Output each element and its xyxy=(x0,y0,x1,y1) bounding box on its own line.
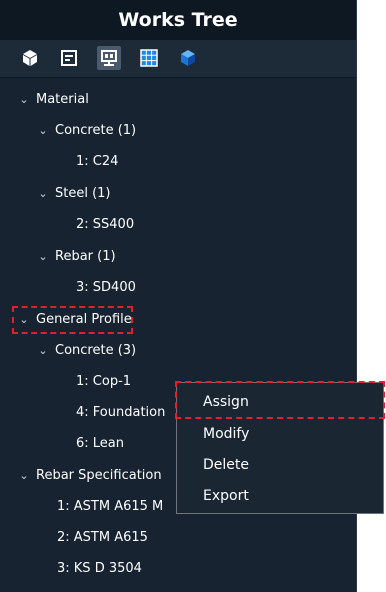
cube-icon[interactable] xyxy=(18,46,42,70)
tree-leaf-foundation[interactable]: 4: Foundation xyxy=(76,402,165,424)
tree-node-label: Material xyxy=(36,92,89,107)
tree-node-rebar[interactable]: ⌄ Rebar (1) xyxy=(35,246,116,268)
chevron-down-icon[interactable]: ⌄ xyxy=(35,120,51,142)
highlight-assign xyxy=(175,381,385,419)
tree-leaf-astm[interactable]: 2: ASTM A615 xyxy=(57,527,148,549)
tree-node-rebar-spec[interactable]: ⌄ Rebar Specification xyxy=(16,465,162,487)
tree-leaf-label: 2: ASTM A615 xyxy=(57,530,148,545)
toolbar xyxy=(0,40,356,78)
tree-leaf-lean[interactable]: 6: Lean xyxy=(76,433,124,455)
tree-leaf-cop1[interactable]: 1: Cop-1 xyxy=(76,371,131,393)
tree-node-label: Concrete (3) xyxy=(55,343,137,358)
tree-leaf-label: 1: C24 xyxy=(76,154,119,169)
grid-icon[interactable] xyxy=(137,46,161,70)
tree-node-steel[interactable]: ⌄ Steel (1) xyxy=(35,183,111,205)
tree-leaf-label: 6: Lean xyxy=(76,436,125,451)
chevron-down-icon[interactable]: ⌄ xyxy=(16,465,32,487)
tree-leaf-label: 1: Cop-1 xyxy=(76,374,132,389)
tree-node-label: Concrete (1) xyxy=(55,123,137,138)
tree-leaf-label: 3: KS D 3504 xyxy=(57,561,142,576)
document-icon[interactable] xyxy=(57,46,81,70)
panel-title: Works Tree xyxy=(0,0,356,40)
tree-node-label: General Profile xyxy=(36,312,132,327)
tree-leaf-sd400[interactable]: 3: SD400 xyxy=(76,277,136,299)
tree-node-label: Steel (1) xyxy=(55,186,111,201)
chevron-down-icon[interactable]: ⌄ xyxy=(35,340,51,362)
box-3d-icon[interactable] xyxy=(176,46,200,70)
chevron-down-icon[interactable]: ⌄ xyxy=(35,183,51,205)
tree-leaf-label: 2: SS400 xyxy=(76,217,135,232)
chevron-down-icon[interactable]: ⌄ xyxy=(35,246,51,268)
monitor-icon[interactable] xyxy=(97,46,121,70)
tree-node-label: Rebar Specification xyxy=(36,468,162,483)
tree-leaf-c24[interactable]: 1: C24 xyxy=(76,151,118,173)
chevron-down-icon[interactable]: ⌄ xyxy=(16,89,32,111)
tree-leaf-ksd[interactable]: 3: KS D 3504 xyxy=(57,558,142,580)
tree-node-material[interactable]: ⌄ Material xyxy=(16,89,89,111)
tree-node-general-profile[interactable]: ⌄ General Profile xyxy=(16,309,132,331)
tree-leaf-label: 1: ASTM A615 M xyxy=(57,499,164,514)
tree-leaf-label: 3: SD400 xyxy=(76,280,136,295)
menu-item-modify[interactable]: Modify xyxy=(177,420,383,448)
tree-leaf-ss400[interactable]: 2: SS400 xyxy=(76,214,134,236)
tree-leaf-label: 4: Foundation xyxy=(76,405,166,420)
tree-node-concrete[interactable]: ⌄ Concrete (1) xyxy=(35,120,136,142)
tree-node-label: Rebar (1) xyxy=(55,249,116,264)
menu-item-delete[interactable]: Delete xyxy=(177,451,383,479)
menu-item-export[interactable]: Export xyxy=(177,482,383,510)
tree-node-gp-concrete[interactable]: ⌄ Concrete (3) xyxy=(35,340,136,362)
tree-leaf-astm-m[interactable]: 1: ASTM A615 M xyxy=(57,496,163,518)
chevron-down-icon[interactable]: ⌄ xyxy=(16,309,32,331)
